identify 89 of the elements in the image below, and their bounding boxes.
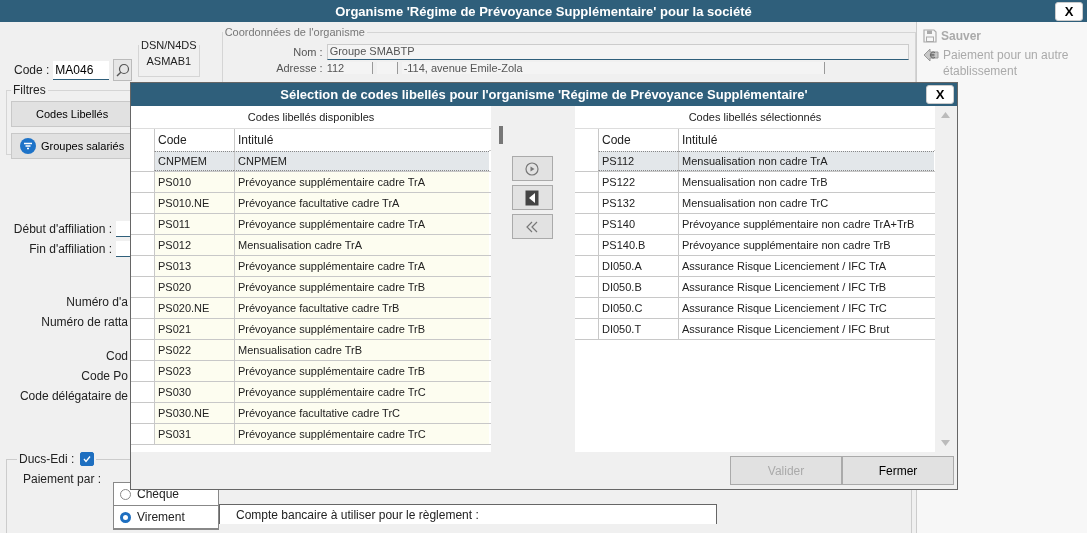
table-cell: Prévoyance supplémentaire cadre TrB <box>234 361 489 381</box>
close-button[interactable]: X <box>1055 2 1083 21</box>
name-label: Nom : <box>292 46 323 58</box>
table-cell: Prévoyance supplémentaire cadre TrA <box>234 256 489 276</box>
close-button[interactable]: X <box>926 85 954 104</box>
column-header[interactable]: Code <box>154 129 234 151</box>
table-cell: Prévoyance supplémentaire cadre TrC <box>234 424 489 444</box>
table-cell: Prévoyance supplémentaire cadre TrC <box>234 382 489 402</box>
table-row[interactable]: PS013 Prévoyance supplémentaire cadre TrA <box>131 256 491 277</box>
table-row[interactable]: PS140 Prévoyance supplémentaire non cadre TrA+TrB <box>575 214 935 235</box>
table-cell: Prévoyance supplémentaire cadre TrB <box>234 277 489 297</box>
table-row[interactable]: PS030.NE Prévoyance facultative cadre TrC <box>131 403 491 424</box>
table-cell: Mensualisation cadre TrA <box>234 235 489 255</box>
field-label: Numéro de ratta <box>41 315 128 329</box>
table-row[interactable]: DI050.T Assurance Risque Licenciement / IFC Brut <box>575 319 935 340</box>
table-row[interactable]: PS010 Prévoyance supplémentaire cadre TrA <box>131 172 491 193</box>
address-number-field[interactable]: 112 <box>326 62 373 74</box>
table-cell: CNPMEM <box>154 151 234 171</box>
table-cell: PS022 <box>154 340 234 360</box>
table-row[interactable]: PS132 Mensualisation non cadre TrC <box>575 193 935 214</box>
address-label: Adresse : <box>275 62 323 74</box>
table-row[interactable]: DI050.A Assurance Risque Licenciement / IFC TrA <box>575 256 935 277</box>
code-label: Code : <box>14 63 50 77</box>
table-cell: PS031 <box>154 424 234 444</box>
column-header[interactable]: Intitulé <box>234 129 489 151</box>
table-cell: PS023 <box>154 361 234 381</box>
table-cell: Prévoyance supplémentaire cadre TrA <box>234 214 489 234</box>
table-cell: PS030.NE <box>154 403 234 423</box>
filters-legend: Filtres <box>11 83 48 97</box>
table-cell: PS030 <box>154 382 234 402</box>
table-cell: Prévoyance facultative cadre TrB <box>234 298 489 318</box>
table-row[interactable]: PS112 Mensualisation non cadre TrA <box>575 151 935 172</box>
dsn-value: ASMAB1 <box>145 55 193 67</box>
code-field[interactable]: MA046 <box>53 60 110 80</box>
organism-legend: Coordonnées de l'organisme <box>222 26 367 38</box>
table-cell: Prévoyance supplémentaire cadre TrB <box>234 319 489 339</box>
table-cell: Mensualisation non cadre TrA <box>678 151 934 171</box>
street-field[interactable]: -114, avenue Emile-Zola <box>401 62 825 74</box>
table-row[interactable]: PS010.NE Prévoyance facultative cadre TrA <box>131 193 491 214</box>
column-header[interactable]: Intitulé <box>678 129 934 151</box>
list-heading: Codes libellés disponibles <box>246 110 376 125</box>
name-field[interactable]: Groupe SMABTP <box>326 44 909 60</box>
table-cell: PS021 <box>154 319 234 339</box>
ducs-edi-label: Ducs-Edi : <box>19 452 75 466</box>
table-cell: PS011 <box>154 214 234 234</box>
table-row[interactable]: PS011 Prévoyance supplémentaire cadre TrA <box>131 214 491 235</box>
table-row[interactable]: PS022 Mensualisation cadre TrB <box>131 340 491 361</box>
table-row[interactable]: PS030 Prévoyance supplémentaire cadre TrC <box>131 382 491 403</box>
table-row[interactable]: PS140.B Prévoyance supplémentaire non cadre TrB <box>575 235 935 256</box>
radio-option[interactable]: Virement <box>114 506 218 529</box>
table-cell: PS010.NE <box>154 193 234 213</box>
table-row[interactable]: PS021 Prévoyance supplémentaire cadre TrB <box>131 319 491 340</box>
dialog-title: Sélection de codes libellés pour l'organisme 'Régime de Prévoyance Supplémentaire' <box>280 87 808 102</box>
table-cell: PS013 <box>154 256 234 276</box>
table-cell: PS020 <box>154 277 234 297</box>
field-label: Code délégataire de <box>19 389 128 403</box>
table-cell: CNPMEM <box>234 151 489 171</box>
payment-label: Paiement par : <box>22 472 103 488</box>
table-row[interactable]: PS023 Prévoyance supplémentaire cadre TrB <box>131 361 491 382</box>
account-label: Compte bancaire à utiliser pour le règlement : <box>236 508 480 522</box>
table-cell: PS012 <box>154 235 234 255</box>
column-header[interactable]: Code <box>598 129 678 151</box>
dialog-button[interactable]: Fermer <box>842 456 954 485</box>
table-row[interactable]: CNPMEM CNPMEM <box>131 151 491 172</box>
table-cell: PS010 <box>154 172 234 192</box>
table-row[interactable]: DI050.B Assurance Risque Licenciement / IFC TrB <box>575 277 935 298</box>
table-cell: Prévoyance facultative cadre TrC <box>234 403 489 423</box>
table-row[interactable]: PS031 Prévoyance supplémentaire cadre TrC <box>131 424 491 445</box>
radio-label: Virement <box>137 510 185 524</box>
date-label: Fin d'affiliation : <box>28 242 112 256</box>
date-label: Début d'affiliation : <box>12 222 112 236</box>
filter-button[interactable]: Groupes salariés <box>11 133 131 159</box>
list-heading: Codes libellés sélectionnés <box>687 110 823 125</box>
table-row[interactable]: DI050.C Assurance Risque Licenciement / IFC TrC <box>575 298 935 319</box>
codes-button[interactable]: Codes Libellés <box>11 101 131 127</box>
field-label: Cod <box>106 349 128 363</box>
table-cell: PS020.NE <box>154 298 234 318</box>
table-cell: Prévoyance facultative cadre TrA <box>234 193 489 213</box>
table-cell: PS112 <box>598 151 678 171</box>
field-label: Numéro d'a <box>66 295 128 309</box>
table-cell: Prévoyance supplémentaire cadre TrA <box>234 172 489 192</box>
table-row[interactable]: PS020 Prévoyance supplémentaire cadre TrB <box>131 277 491 298</box>
table-row[interactable]: PS020.NE Prévoyance facultative cadre TrB <box>131 298 491 319</box>
dsn-legend: DSN/N4DS <box>139 39 199 51</box>
table-row[interactable]: PS122 Mensualisation non cadre TrB <box>575 172 935 193</box>
table-row[interactable]: PS012 Mensualisation cadre TrA <box>131 235 491 256</box>
window-title: Organisme 'Régime de Prévoyance Supplémentaire' pour la société <box>335 3 752 19</box>
field-label: Code Po <box>81 369 128 383</box>
table-cell: Mensualisation cadre TrB <box>234 340 489 360</box>
